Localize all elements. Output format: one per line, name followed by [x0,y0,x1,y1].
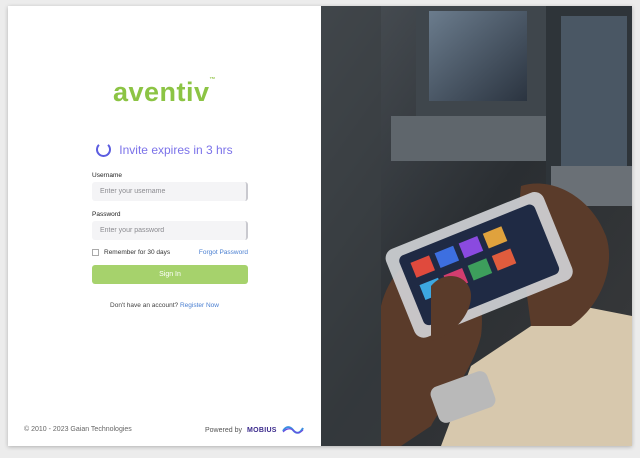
mobius-wave-icon [281,426,304,434]
remember-checkbox[interactable] [92,249,99,256]
username-input[interactable] [92,182,248,201]
password-input[interactable] [92,221,248,240]
invite-status: Invite expires in 3 hrs [8,142,321,157]
powered-by-text: Powered by [205,426,242,434]
password-label: Password [92,211,121,218]
hero-illustration [321,6,632,446]
trademark-icon: ™ [209,77,217,83]
forgot-password-link[interactable]: Forgot Password [198,249,248,256]
app-window: aventiv™ Invite expires in 3 hrs Usernam… [8,6,632,446]
copyright-text: 2010 - 2023 Gaian Technologies [31,426,132,433]
register-text: Don't have an account? [110,302,179,309]
loading-spinner-icon [96,142,112,157]
username-label: Username [92,172,122,179]
register-now-link[interactable]: Register Now [180,302,219,309]
mobius-logo: MOBIUS [246,426,277,434]
remember-me[interactable]: Remember for 30 days [92,249,170,256]
remember-label: Remember for 30 days [104,249,171,256]
sign-in-button[interactable]: Sign In [92,265,248,284]
register-prompt: Don't have an account? Register Now [8,302,321,309]
brand-logo: aventiv™ [8,77,321,108]
copyright-icon: © [24,426,30,433]
copyright: © 2010 - 2023 Gaian Technologies [24,426,132,433]
hero-photo [321,6,632,446]
powered-by: Powered by MOBIUS [205,425,304,435]
brand-name: aventiv [112,77,210,107]
login-panel: aventiv™ Invite expires in 3 hrs Usernam… [8,6,321,446]
invite-text: Invite expires in 3 hrs [119,142,233,157]
